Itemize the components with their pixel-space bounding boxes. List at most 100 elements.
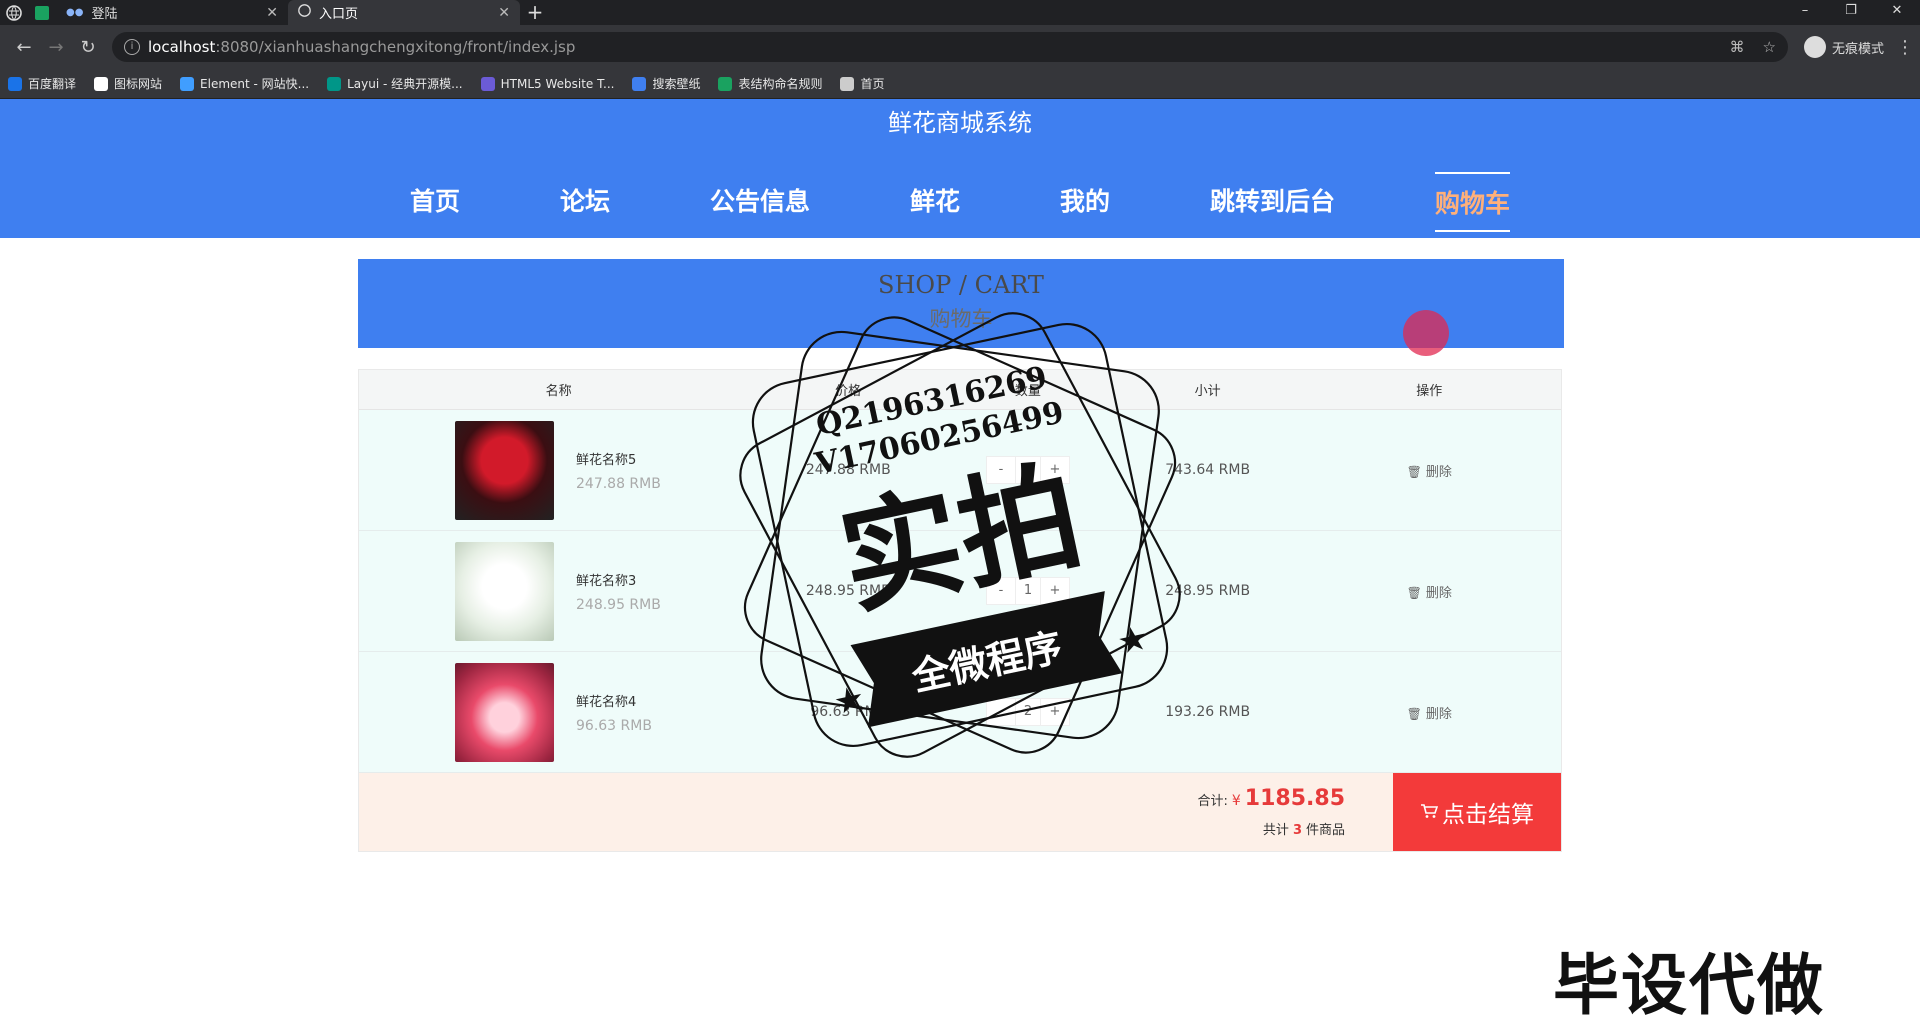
bookmark-item[interactable]: HTML5 Website T... — [480, 76, 615, 91]
bookmark-icon — [8, 76, 22, 91]
incognito-indicator[interactable]: 无痕模式 — [1803, 36, 1884, 58]
delete-button[interactable]: 🗑 删除 — [1407, 586, 1452, 601]
pinned-tab[interactable] — [28, 0, 56, 25]
decrement-button[interactable]: - — [987, 457, 1015, 483]
url-input[interactable]: i localhost :8080/xianhuashangchengxiton… — [112, 32, 1788, 62]
header-price: 价格 — [835, 384, 862, 399]
trash-icon: 🗑 — [1406, 585, 1422, 600]
incognito-icon — [1803, 36, 1826, 58]
delete-button[interactable]: 🗑 删除 — [1407, 465, 1452, 480]
bookmarks-bar: 百度翻译 图标网站 Element - 网站快... Layui - 经典开源模...… — [0, 69, 1920, 99]
increment-button[interactable]: + — [1041, 699, 1069, 725]
translate-icon[interactable]: ⌘ — [1730, 38, 1745, 56]
bookmark-item[interactable]: Element - 网站快... — [180, 75, 309, 92]
bookmark-icon — [327, 76, 342, 91]
tab-label: 登陆 — [91, 7, 118, 22]
subtotal: 743.64 RMB — [1165, 462, 1251, 478]
item-name-cell: 鲜花名称4 96.63 RMB — [359, 662, 758, 762]
incognito-label: 无痕模式 — [1831, 41, 1884, 57]
quantity-value[interactable]: 3 — [1014, 457, 1041, 483]
url-path: :8080/xianhuashangchengxitong/front/inde… — [215, 38, 576, 56]
more-menu-icon[interactable]: ⋮ — [1896, 37, 1914, 58]
browser-menu-icon[interactable] — [0, 0, 28, 25]
bookmark-item[interactable]: 首页 — [840, 75, 885, 92]
address-bar-row: ← → ↻ i localhost :8080/xianhuashangchen… — [0, 25, 1920, 69]
bookmark-label: 搜索壁纸 — [652, 77, 701, 91]
product-image[interactable] — [455, 541, 554, 641]
product-name[interactable]: 鲜花名称5 — [576, 449, 661, 468]
bookmark-item[interactable]: 图标网站 — [94, 75, 162, 92]
checkout-button[interactable]: 点击结算 — [1393, 773, 1561, 851]
window-controls: – ❐ ✕ — [1782, 0, 1920, 25]
product-image[interactable] — [455, 662, 554, 762]
tab-dots-icon: ●● — [66, 7, 84, 18]
subtotal: 193.26 RMB — [1165, 704, 1251, 720]
unit-price: 248.95 RMB — [805, 583, 891, 599]
increment-button[interactable]: + — [1041, 578, 1069, 604]
total-amount: 1185.85 — [1244, 786, 1345, 811]
minimize-button[interactable]: – — [1782, 0, 1828, 25]
header-operation: 操作 — [1416, 384, 1443, 399]
nav-cart[interactable]: 购物车 — [1435, 172, 1511, 232]
table-header: 名称 价格 数量 小计 操作 — [359, 370, 1561, 410]
bookmark-item[interactable]: 搜索壁纸 — [632, 75, 700, 92]
bookmark-label: HTML5 Website T... — [500, 76, 615, 91]
table-row: 鲜花名称5 247.88 RMB 247.88 RMB - 3 + 743.64… — [359, 410, 1561, 531]
cart-footer: 合计: ¥1185.85 共计 3 件商品 点击结算 — [359, 773, 1561, 851]
bookmark-icon — [632, 76, 647, 91]
corner-watermark: 毕设代做 — [1553, 947, 1825, 1024]
close-icon[interactable]: ✕ — [498, 5, 510, 21]
tab-login[interactable]: ●● 登陆 ✕ — [56, 0, 288, 25]
product-name[interactable]: 鲜花名称3 — [576, 570, 661, 589]
new-tab-button[interactable]: + — [520, 0, 550, 25]
nav-flowers[interactable]: 鲜花 — [910, 172, 960, 232]
delete-button[interactable]: 🗑 删除 — [1407, 707, 1452, 722]
main-nav: 首页 论坛 公告信息 鲜花 我的 跳转到后台 购物车 — [0, 172, 1920, 232]
bookmark-item[interactable]: 表结构命名规则 — [718, 75, 822, 92]
nav-notice[interactable]: 公告信息 — [710, 172, 810, 232]
bookmark-label: 百度翻译 — [28, 77, 77, 91]
product-image[interactable] — [455, 420, 554, 520]
item-count: 3 — [1292, 823, 1302, 838]
back-arrow-icon[interactable]: ← — [8, 37, 40, 58]
nav-mine[interactable]: 我的 — [1060, 172, 1110, 232]
item-name-cell: 鲜花名称3 248.95 RMB — [359, 541, 758, 641]
count-prefix: 共计 — [1262, 823, 1289, 838]
mouse-cursor-highlight — [1403, 310, 1449, 356]
forward-arrow-icon[interactable]: → — [40, 37, 72, 58]
table-row: 鲜花名称3 248.95 RMB 248.95 RMB - 1 + 248.95… — [359, 531, 1561, 652]
quantity-stepper: - 3 + — [985, 456, 1070, 484]
quantity-value[interactable]: 1 — [1014, 578, 1041, 604]
tab-entry[interactable]: 入口页 ✕ — [288, 0, 520, 25]
header-name: 名称 — [545, 384, 572, 399]
site-title: 鲜花商城系统 — [888, 109, 1032, 137]
bookmark-label: Element - 网站快... — [200, 77, 310, 91]
restore-button[interactable]: ❐ — [1828, 0, 1874, 25]
product-name[interactable]: 鲜花名称4 — [576, 691, 652, 710]
info-icon[interactable]: i — [124, 39, 140, 55]
star-icon[interactable]: ☆ — [1763, 38, 1776, 56]
increment-button[interactable]: + — [1041, 457, 1069, 483]
reload-icon[interactable]: ↻ — [72, 37, 104, 58]
quantity-value[interactable]: 2 — [1014, 699, 1041, 725]
tab-label: 入口页 — [319, 7, 359, 22]
checkout-label: 点击结算 — [1442, 802, 1534, 828]
bookmark-item[interactable]: Layui - 经典开源模... — [327, 75, 463, 92]
nav-admin[interactable]: 跳转到后台 — [1210, 172, 1335, 232]
product-price: 96.63 RMB — [576, 717, 652, 734]
close-icon[interactable]: ✕ — [266, 5, 278, 21]
decrement-button[interactable]: - — [987, 578, 1015, 604]
bookmark-item[interactable]: 百度翻译 — [8, 75, 76, 92]
item-name-cell: 鲜花名称5 247.88 RMB — [359, 420, 758, 520]
decrement-button[interactable]: - — [987, 699, 1015, 725]
nav-home[interactable]: 首页 — [410, 172, 460, 232]
quantity-cell: - 3 + — [938, 456, 1118, 484]
bookmark-icon — [94, 76, 109, 91]
nav-forum[interactable]: 论坛 — [560, 172, 610, 232]
table-row: 鲜花名称4 96.63 RMB 96.63 RMB - 2 + 193.26 R… — [359, 652, 1561, 773]
currency-symbol: ¥ — [1231, 793, 1241, 809]
count-suffix: 件商品 — [1305, 823, 1345, 838]
close-window-button[interactable]: ✕ — [1874, 0, 1920, 25]
cart-table: 名称 价格 数量 小计 操作 鲜花名称5 247.88 RMB 247.88 R… — [358, 369, 1562, 852]
operation-cell: 🗑 删除 — [1297, 703, 1561, 722]
